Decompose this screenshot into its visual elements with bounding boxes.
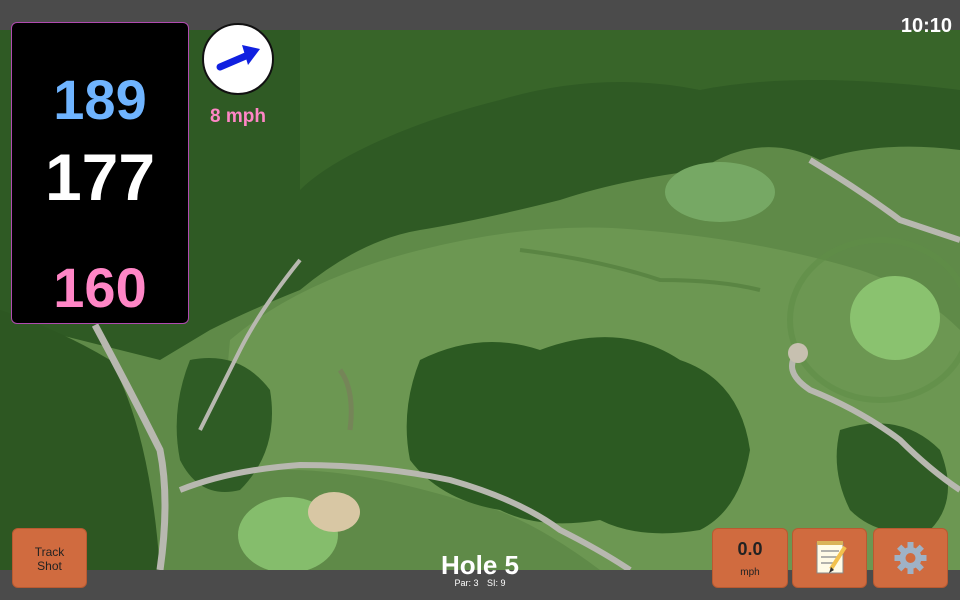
speed-unit: mph [740, 567, 760, 578]
notepad-icon [816, 541, 847, 574]
distance-panel: 189 177 160 [11, 22, 189, 324]
clock: 10:10 [900, 15, 952, 37]
speed-value: 0.0 [737, 539, 763, 559]
back-distance: 189 [53, 68, 147, 131]
wind-speed: 8 mph [210, 106, 266, 127]
settings-button[interactable] [873, 528, 948, 588]
track-shot-label-line1: Track [34, 545, 65, 559]
hole-title: Hole 5 [440, 550, 520, 580]
hole-meta: Par: 3 SI: 9 [380, 578, 580, 588]
arrow-icon [216, 45, 260, 71]
speed-button[interactable]: 0.0 mph [712, 528, 788, 588]
hole-par: Par: 3 [454, 578, 479, 588]
hole-si: SI: 9 [487, 578, 506, 588]
wind-direction-dial [202, 23, 274, 95]
middle-distance: 177 [44, 140, 156, 214]
front-distance: 160 [53, 256, 147, 319]
notes-button[interactable] [792, 528, 867, 588]
gear-icon [894, 542, 927, 574]
track-shot-label-line2: Shot [37, 559, 62, 573]
track-shot-button[interactable]: Track Shot [12, 528, 87, 588]
